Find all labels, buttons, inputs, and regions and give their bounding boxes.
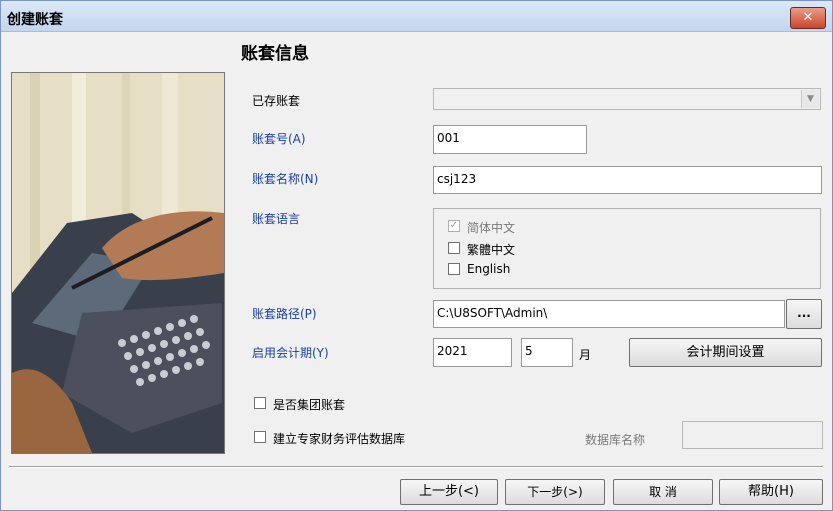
start-period-label: 启用会计期(Y)	[252, 346, 329, 360]
lang-traditional-label: 繁體中文	[467, 243, 516, 257]
prev-button[interactable]: 上一步(<)	[400, 479, 498, 505]
tablet-hand-illustration	[12, 73, 224, 453]
account-name-input[interactable]: csj123	[433, 166, 822, 194]
window-title: 创建账套	[7, 12, 63, 28]
start-year-input[interactable]: 2021	[433, 338, 512, 367]
help-button[interactable]: 帮助(H)	[719, 479, 823, 505]
lang-english-label: English	[467, 262, 511, 276]
lang-simplified-label: 简体中文	[467, 221, 516, 235]
page-title: 账套信息	[241, 44, 309, 64]
account-path-label: 账套路径(P)	[252, 307, 317, 321]
account-name-label: 账套名称(N)	[252, 172, 319, 186]
group-account-checkbox[interactable]	[254, 397, 266, 409]
lang-simplified-checkbox[interactable]: ✓	[448, 220, 460, 232]
create-account-dialog: 创建账套 ✕ 账套信息 已存账套 ▼ 账套号(A) 001 账套名称(N) cs…	[0, 0, 833, 511]
close-button[interactable]: ✕	[790, 7, 826, 29]
close-icon: ✕	[802, 10, 814, 25]
illustration-image	[11, 72, 225, 454]
account-code-label: 账套号(A)	[252, 132, 306, 146]
browse-path-button[interactable]: ...	[786, 299, 822, 329]
cancel-button[interactable]: 取 消	[613, 479, 713, 505]
period-settings-button[interactable]: 会计期间设置	[629, 338, 822, 367]
expert-db-checkbox[interactable]	[254, 431, 266, 443]
account-language-label: 账套语言	[252, 212, 301, 226]
existing-account-select[interactable]: ▼	[433, 88, 821, 110]
chevron-down-icon[interactable]: ▼	[801, 90, 819, 108]
month-unit-label: 月	[579, 348, 592, 362]
existing-account-label: 已存账套	[252, 94, 301, 108]
lang-english-checkbox[interactable]	[448, 263, 460, 275]
next-button[interactable]: 下一步(>)	[505, 479, 605, 505]
db-name-input[interactable]	[682, 421, 823, 449]
start-month-input[interactable]: 5	[521, 338, 573, 367]
title-bar: 创建账套 ✕	[1, 1, 832, 32]
db-name-label: 数据库名称	[585, 433, 646, 447]
expert-db-label: 建立专家财务评估数据库	[273, 432, 406, 446]
account-code-input[interactable]: 001	[433, 125, 587, 154]
lang-traditional-checkbox[interactable]	[448, 242, 460, 254]
group-account-label: 是否集团账套	[273, 398, 346, 412]
account-path-input[interactable]: C:\U8SOFT\Admin\	[433, 300, 785, 328]
footer-divider	[9, 466, 823, 468]
